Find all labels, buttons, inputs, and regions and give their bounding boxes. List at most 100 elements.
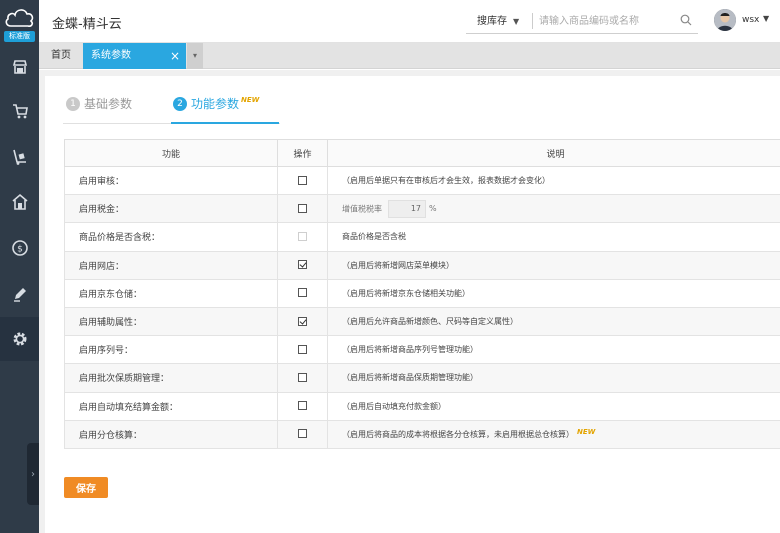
step-function-params[interactable]: 2 功能参数 NEW (173, 95, 259, 112)
row-desc-text: （启用后将新增京东仓储相关功能） (342, 288, 470, 298)
tab-home[interactable]: 首页 (39, 43, 83, 69)
row-desc-cell: 商品价格是否含税 (327, 222, 780, 252)
row-desc-cell: （启用后将新增商品序列号管理功能） (327, 335, 780, 365)
save-button[interactable]: 保存 (64, 477, 108, 498)
search-divider (532, 13, 533, 29)
chevron-right-icon: › (31, 468, 35, 480)
tab-system-params[interactable]: 系统参数 × (83, 43, 186, 69)
sidebar-collapse-toggle[interactable]: › (27, 443, 39, 505)
tax-rate-unit: % (429, 204, 437, 214)
logo[interactable]: 标准版 (0, 0, 39, 45)
cloud-logo-icon (5, 9, 34, 27)
sidebar-item-purchase[interactable] (0, 89, 39, 133)
row-desc-text: （启用后将商品的成本将根据各分仓核算，未启用根据总仓核算） (342, 429, 574, 439)
row-desc-cell: （启用后将新增商品保质期管理功能） (327, 363, 780, 393)
table-row: 启用批次保质期管理： （启用后将新增商品保质期管理功能） (64, 363, 780, 393)
row-checkbox[interactable] (298, 260, 307, 270)
gear-icon (13, 332, 26, 346)
row-op-cell (277, 335, 328, 365)
row-checkbox[interactable] (298, 175, 307, 185)
row-desc-text: （启用后将新增商品序列号管理功能） (342, 345, 478, 355)
row-op-cell (277, 222, 328, 252)
row-op-cell (277, 306, 328, 337)
row-checkbox[interactable] (298, 401, 307, 411)
search-icon[interactable] (680, 14, 692, 26)
table-row: 启用网店： （启用后将新增网店菜单模块） (64, 250, 780, 280)
row-func-label: 启用分仓核算： (64, 419, 278, 449)
step-number: 2 (173, 96, 187, 111)
table-row: 启用辅助属性： （启用后允许商品新增颜色、尺码等自定义属性） (64, 306, 780, 337)
app-title: 金蝶-精斗云 (52, 17, 122, 32)
tab-more-dropdown[interactable]: ▾ (187, 43, 203, 69)
row-desc-text: 商品价格是否含税 (342, 232, 406, 242)
warehouse-icon (11, 193, 28, 210)
store-icon (12, 60, 27, 74)
search-input[interactable] (539, 11, 679, 31)
row-op-cell (277, 419, 328, 449)
header-func: 功能 (64, 139, 278, 167)
table-row: 启用审核： （启用后单据只有在审核后才会生效，报表数据才会变化） (64, 165, 780, 196)
tax-rate-input[interactable]: 17 (388, 199, 426, 218)
row-func-label: 启用税金： (64, 194, 278, 224)
avatar[interactable] (714, 9, 736, 31)
user-name[interactable]: wsx (742, 15, 759, 25)
row-func-label: 启用审核： (64, 165, 278, 196)
table-row: 启用京东仓储： （启用后将新增京东仓储相关功能） (64, 278, 780, 308)
row-desc-cell: （启用后自动填充付款金额） (327, 391, 780, 421)
row-desc-cell: （启用后将新增网店菜单模块） (327, 250, 780, 280)
row-func-label: 启用京东仓储： (64, 278, 278, 308)
table-row: 商品价格是否含税： 商品价格是否含税 (64, 222, 780, 252)
row-op-cell (277, 278, 328, 308)
sidebar-item-reports[interactable] (0, 272, 39, 316)
row-desc-cell: （启用后允许商品新增颜色、尺码等自定义属性） (327, 306, 780, 337)
header-op: 操作 (277, 139, 328, 167)
row-desc-text: （启用后允许商品新增颜色、尺码等自定义属性） (342, 317, 518, 327)
sidebar-item-warehouse[interactable] (0, 180, 39, 224)
step-label: 基础参数 (84, 97, 133, 111)
row-op-cell (277, 250, 328, 280)
row-checkbox[interactable] (298, 372, 307, 382)
row-desc-cell: （启用后将新增京东仓储相关功能） (327, 278, 780, 308)
row-desc-text: （启用后自动填充付款金额） (342, 401, 446, 411)
new-badge: NEW (577, 427, 596, 436)
table-row: 启用自动填充结算金额： （启用后自动填充付款金额） (64, 391, 780, 421)
row-func-label: 启用批次保质期管理： (64, 363, 278, 393)
table-row: 启用分仓核算： （启用后将商品的成本将根据各分仓核算，未启用根据总仓核算） NEW (64, 419, 780, 449)
row-op-cell (277, 194, 328, 224)
row-checkbox[interactable] (298, 344, 307, 354)
row-desc-text: （启用后将新增网店菜单模块） (342, 260, 454, 270)
trolley-icon (12, 149, 26, 165)
tax-rate-label: 增值税税率 (342, 204, 382, 214)
search-type-dropdown[interactable]: 搜库存 ▼ (477, 9, 537, 33)
sidebar-item-finance[interactable]: $ (0, 226, 39, 270)
row-checkbox[interactable] (298, 288, 307, 298)
table-row: 启用税金： 增值税税率 17% (64, 194, 780, 224)
user-avatar-icon (714, 9, 736, 31)
row-op-cell (277, 363, 328, 393)
row-func-label: 启用网店： (64, 250, 278, 280)
sidebar-item-sales[interactable] (0, 135, 39, 179)
step-tabs: 1 基础参数 2 功能参数 NEW (63, 91, 763, 121)
close-icon[interactable]: × (170, 43, 180, 69)
table-row: 启用序列号： （启用后将新增商品序列号管理功能） (64, 335, 780, 365)
step-number: 1 (66, 96, 80, 111)
settings-panel: 1 基础参数 2 功能参数 NEW 功能 操作 说明 启用审核： （启用后单据只… (45, 76, 780, 533)
tab-label: 系统参数 (91, 50, 131, 61)
row-checkbox[interactable] (298, 316, 307, 326)
table-header-row: 功能 操作 说明 (64, 139, 780, 167)
row-func-label: 启用序列号： (64, 335, 278, 365)
row-func-label: 启用自动填充结算金额： (64, 391, 278, 421)
caret-down-icon[interactable]: ▼ (763, 14, 769, 23)
step-basic-params[interactable]: 1 基础参数 (66, 95, 132, 112)
row-checkbox[interactable] (298, 429, 307, 439)
row-checkbox[interactable] (298, 203, 307, 213)
step-label: 功能参数 (191, 97, 240, 111)
sidebar-item-store[interactable] (0, 45, 39, 89)
sidebar-item-settings[interactable] (0, 317, 39, 361)
pen-icon (13, 288, 26, 302)
top-header: 金蝶-精斗云 搜库存 ▼ wsx ▼ (39, 0, 780, 43)
header-desc: 说明 (327, 139, 780, 167)
edition-badge: 标准版 (4, 31, 35, 42)
cart-icon (12, 104, 28, 119)
row-checkbox (298, 231, 307, 241)
